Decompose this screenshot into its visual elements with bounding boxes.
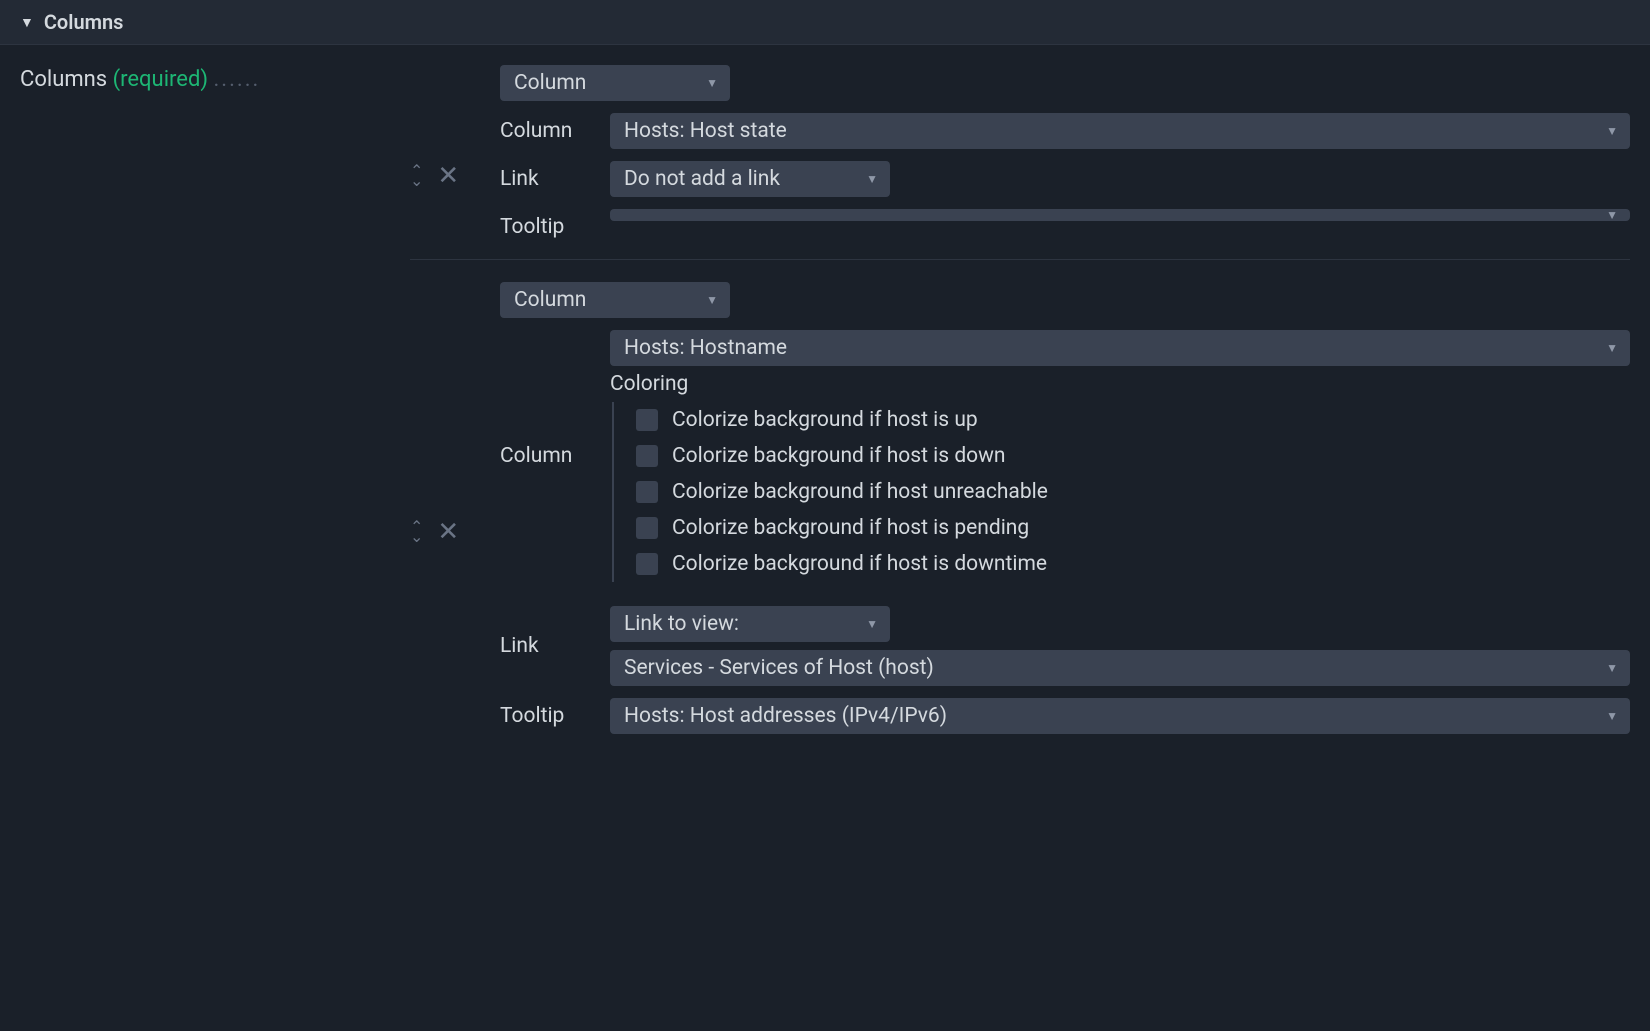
required-badge: (required) xyxy=(113,67,208,92)
remove-entry-button[interactable]: ✕ xyxy=(437,519,459,545)
reorder-controls: ⌃ ⌄ ✕ xyxy=(410,519,500,545)
checkbox-label: Colorize background if host unreachable xyxy=(672,480,1048,504)
chevron-down-icon: ▼ xyxy=(706,76,718,90)
columns-config-area: Column ▼ ⌃ ⌄ ✕ Column xyxy=(410,59,1630,754)
reorder-handle[interactable]: ⌃ ⌄ xyxy=(410,166,423,185)
dropdown-value: Do not add a link xyxy=(624,167,780,191)
field-label-column: Column xyxy=(500,113,594,143)
field-label-link: Link xyxy=(500,634,594,658)
link-target-dropdown[interactable]: Services - Services of Host (host) ▼ xyxy=(610,650,1630,686)
dropdown-value: Hosts: Hostname xyxy=(624,336,787,360)
collapse-triangle-icon: ▼ xyxy=(20,14,34,31)
field-label-column: Column xyxy=(500,444,594,468)
chevron-down-icon: ▼ xyxy=(866,617,878,631)
checkbox-label: Colorize background if host is up xyxy=(672,408,978,432)
chevron-down-icon: ▼ xyxy=(1606,124,1618,138)
columns-label: Columns (required) ...... xyxy=(20,59,410,92)
checkbox-host-downtime[interactable] xyxy=(636,553,658,575)
label-dots: ...... xyxy=(214,67,261,92)
chevron-down-icon: ▼ xyxy=(1606,661,1618,675)
reorder-handle[interactable]: ⌃ ⌄ xyxy=(410,522,423,541)
column-type-dropdown[interactable]: Column ▼ xyxy=(500,65,730,101)
coloring-label: Coloring xyxy=(610,372,1630,396)
chevron-down-icon: ▼ xyxy=(1606,709,1618,723)
column-entry: Column ▼ ⌃ ⌄ ✕ Col xyxy=(410,259,1630,754)
checkbox-label: Colorize background if host is down xyxy=(672,444,1006,468)
column-select[interactable]: Hosts: Hostname ▼ xyxy=(610,330,1630,366)
chevron-down-icon: ⌄ xyxy=(410,176,423,186)
checkbox-host-pending[interactable] xyxy=(636,517,658,539)
content-area: Columns (required) ...... Column ▼ ⌃ xyxy=(0,45,1650,754)
chevron-down-icon: ▼ xyxy=(1606,341,1618,355)
field-label-tooltip: Tooltip xyxy=(500,698,594,728)
checkbox-host-up[interactable] xyxy=(636,409,658,431)
chevron-down-icon: ▼ xyxy=(706,293,718,307)
dropdown-value: Services - Services of Host (host) xyxy=(624,656,934,680)
column-select[interactable]: Hosts: Host state ▼ xyxy=(610,113,1630,149)
coloring-options: Colorize background if host is up Colori… xyxy=(612,402,1630,582)
dropdown-value: Link to view: xyxy=(624,612,739,636)
column-entry: Column ▼ ⌃ ⌄ ✕ Column xyxy=(410,59,1630,259)
coloring-option: Colorize background if host unreachable xyxy=(636,474,1630,510)
field-label-tooltip: Tooltip xyxy=(500,209,594,239)
chevron-down-icon: ▼ xyxy=(1606,208,1618,222)
checkbox-label: Colorize background if host is pending xyxy=(672,516,1029,540)
columns-label-text: Columns xyxy=(20,67,107,92)
coloring-option: Colorize background if host is up xyxy=(636,402,1630,438)
remove-entry-button[interactable]: ✕ xyxy=(437,163,459,189)
coloring-option: Colorize background if host is downtime xyxy=(636,546,1630,582)
link-mode-dropdown[interactable]: Do not add a link ▼ xyxy=(610,161,890,197)
field-label-link: Link xyxy=(500,161,594,191)
checkbox-label: Colorize background if host is downtime xyxy=(672,552,1047,576)
column-type-dropdown[interactable]: Column ▼ xyxy=(500,282,730,318)
chevron-down-icon: ⌄ xyxy=(410,532,423,542)
dropdown-value: Column xyxy=(514,288,586,312)
coloring-option: Colorize background if host is pending xyxy=(636,510,1630,546)
checkbox-host-unreachable[interactable] xyxy=(636,481,658,503)
coloring-option: Colorize background if host is down xyxy=(636,438,1630,474)
reorder-controls: ⌃ ⌄ ✕ xyxy=(410,163,500,189)
section-title: Columns xyxy=(44,10,124,34)
link-mode-dropdown[interactable]: Link to view: ▼ xyxy=(610,606,890,642)
tooltip-select[interactable]: ▼ xyxy=(610,209,1630,221)
dropdown-value: Hosts: Host addresses (IPv4/IPv6) xyxy=(624,704,947,728)
section-header[interactable]: ▼ Columns xyxy=(0,0,1650,45)
tooltip-select[interactable]: Hosts: Host addresses (IPv4/IPv6) ▼ xyxy=(610,698,1630,734)
chevron-down-icon: ▼ xyxy=(866,172,878,186)
checkbox-host-down[interactable] xyxy=(636,445,658,467)
dropdown-value: Column xyxy=(514,71,586,95)
dropdown-value: Hosts: Host state xyxy=(624,119,787,143)
